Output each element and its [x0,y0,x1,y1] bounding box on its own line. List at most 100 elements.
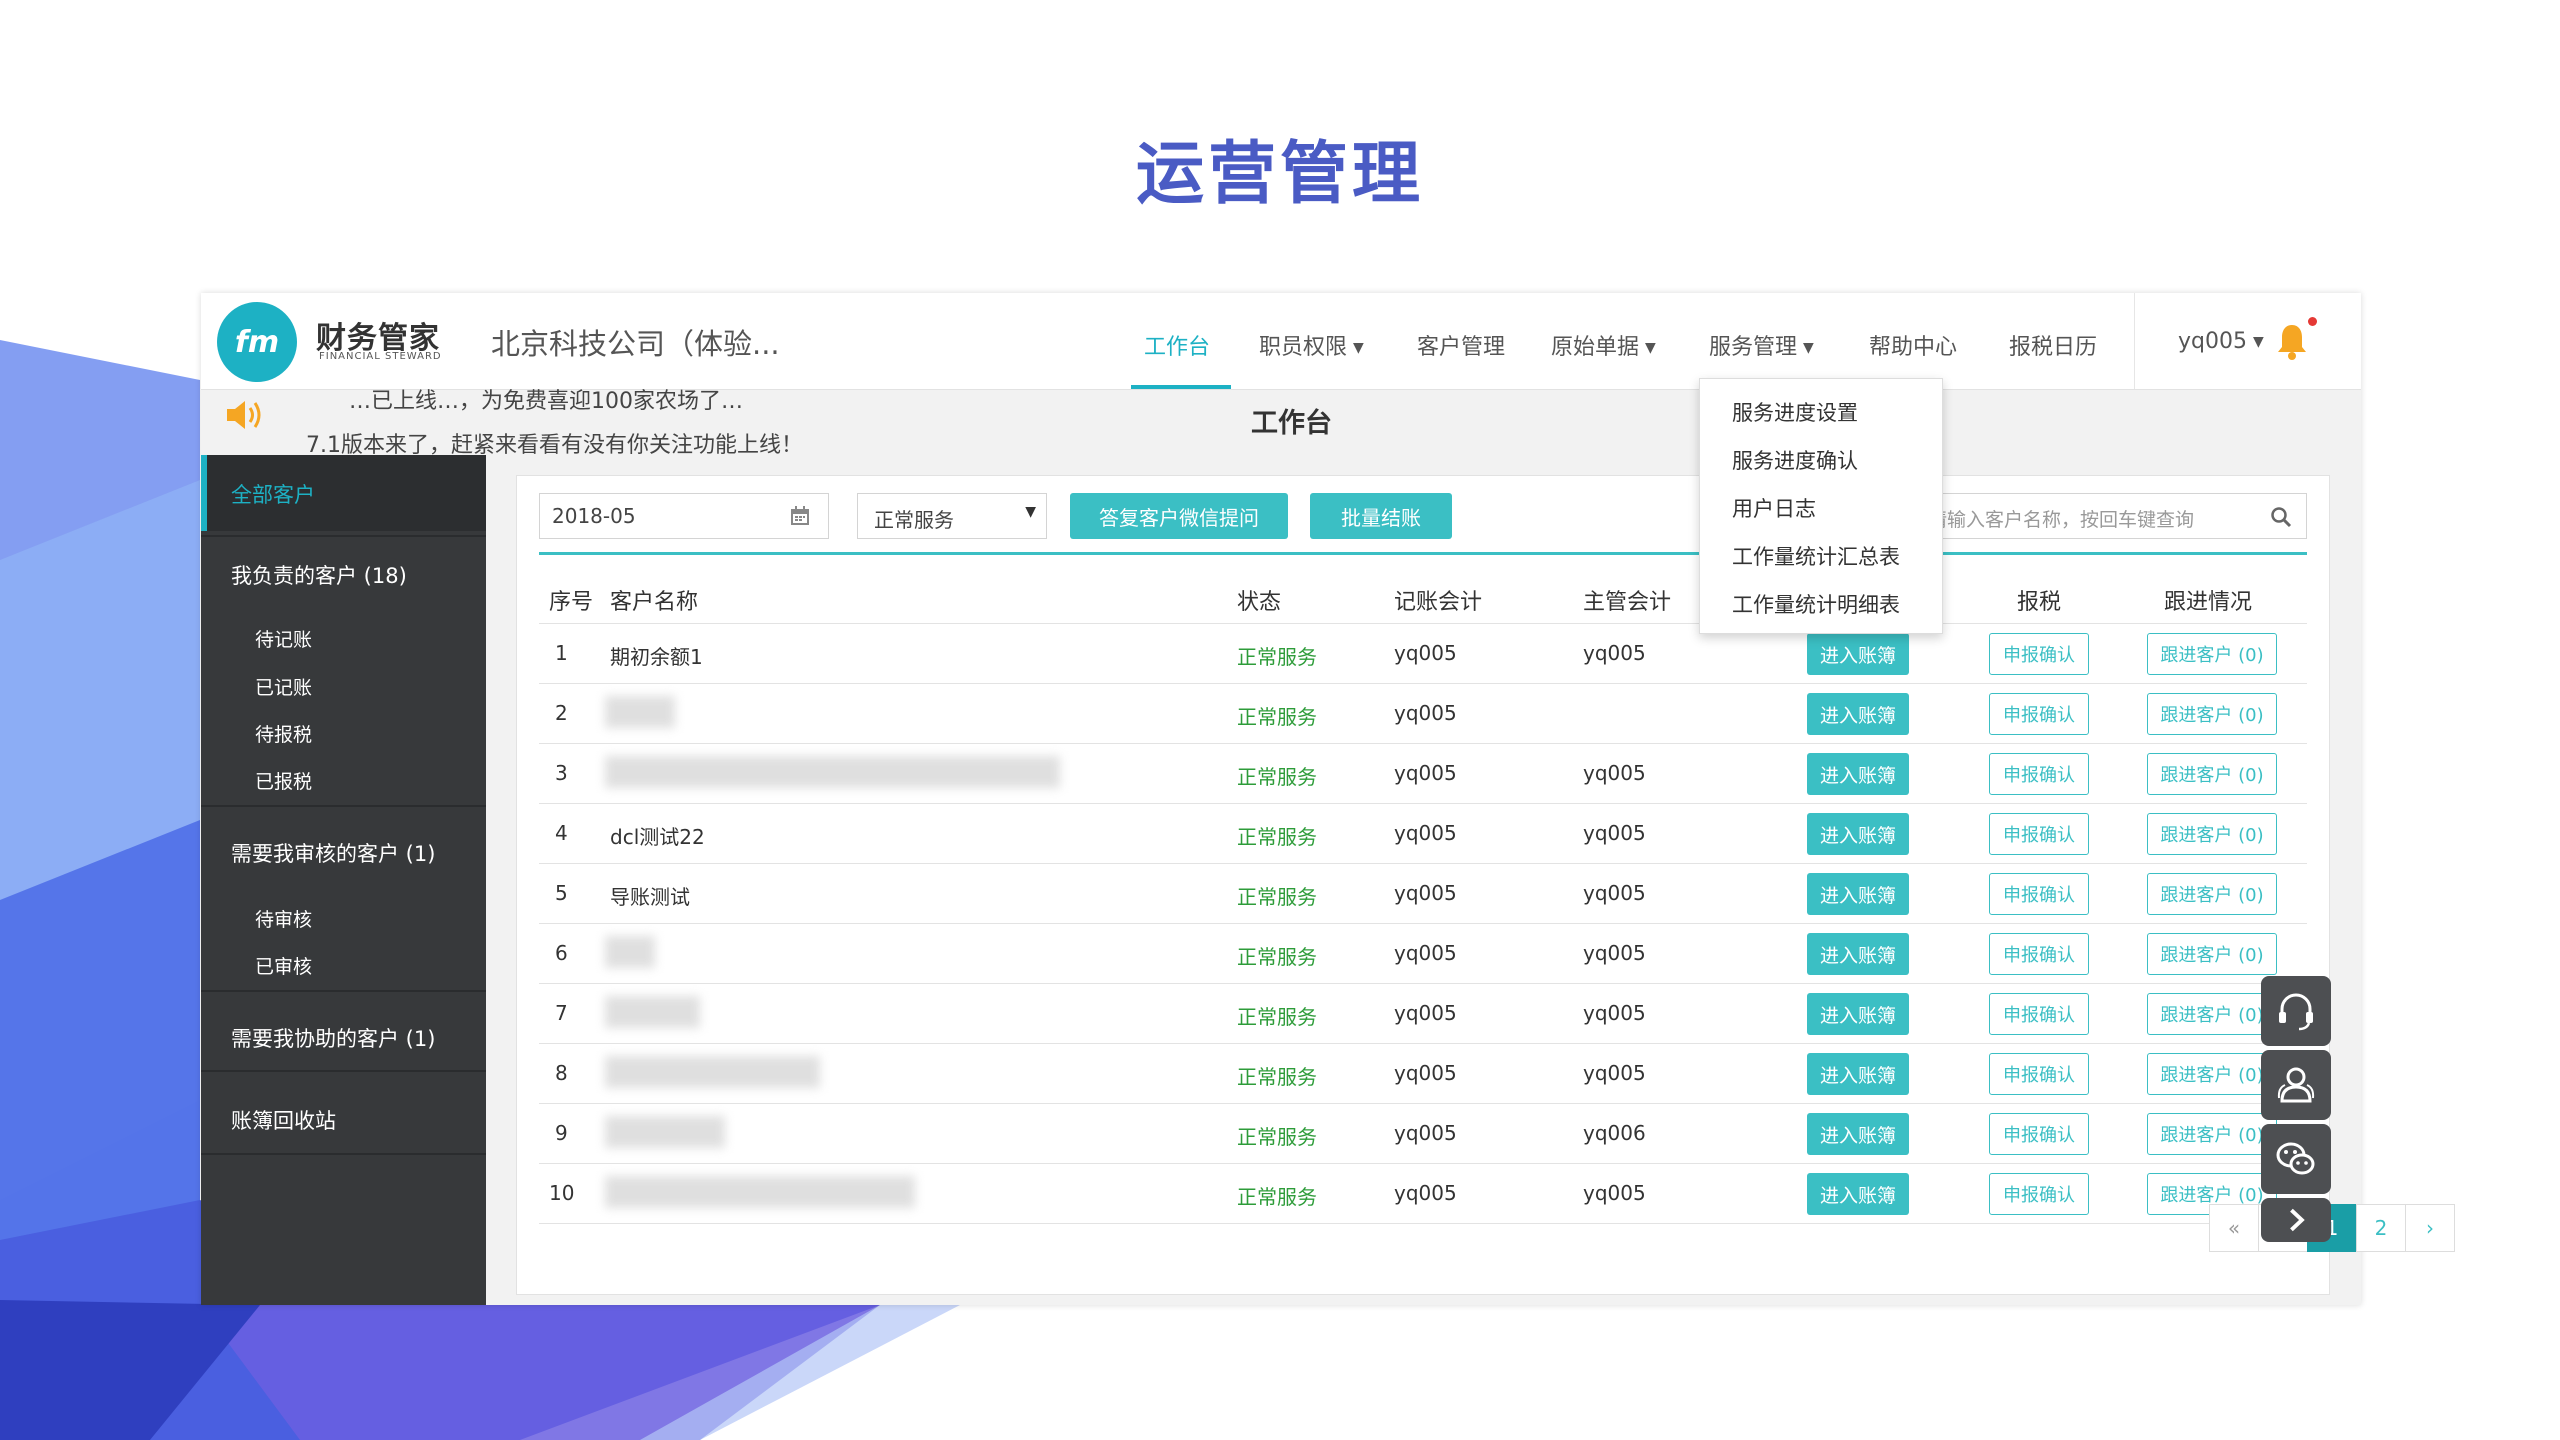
page-next[interactable]: › [2405,1204,2455,1252]
sidebar-item-recycle-bin[interactable]: 账簿回收站 [231,1105,336,1135]
accountant-name: yq005 [1394,761,1457,785]
follow-up-button[interactable]: 跟进客户 (0) [2147,873,2277,915]
page-first[interactable]: « [2209,1204,2259,1252]
reply-wechat-button[interactable]: 答复客户微信提问 [1070,493,1288,539]
customer-search-input[interactable]: 请输入客户名称，按回车键查询 [1917,493,2307,539]
customer-name[interactable]: 导账测试 [610,881,690,910]
declare-confirm-button[interactable]: 申报确认 [1989,693,2089,735]
month-value: 2018-05 [552,504,636,528]
nav-label: 职员权限 [1259,335,1348,360]
enter-ledger-button[interactable]: 进入账簿 [1807,993,1909,1035]
customer-service-button[interactable] [2261,976,2331,1046]
nav-label: 客户管理 [1417,335,1506,360]
nav-source-documents[interactable]: 原始单据 ▼ [1551,329,1656,361]
sidebar-group-review[interactable]: 需要我审核的客户 (1) [231,838,435,868]
follow-up-button[interactable]: 跟进客户 (0) [2147,753,2277,795]
enter-ledger-button[interactable]: 进入账簿 [1807,633,1909,675]
declare-confirm-button[interactable]: 申报确认 [1989,993,2089,1035]
collapse-toolbar-button[interactable] [2261,1198,2331,1242]
declare-confirm-button[interactable]: 申报确认 [1989,1113,2089,1155]
menu-item-workload-summary[interactable]: 工作量统计汇总表 [1732,541,1900,571]
follow-up-button[interactable]: 跟进客户 (0) [2147,933,2277,975]
customer-name-redacted[interactable] [605,696,675,728]
menu-item-service-progress-confirm[interactable]: 服务进度确认 [1732,445,1858,475]
sidebar-item-recorded[interactable]: 已记账 [255,673,312,700]
logo-icon[interactable]: fm [217,302,297,382]
status-text: 正常服务 [1237,885,1317,909]
table-row-divider [539,743,2307,744]
sidebar-item-tax-filed[interactable]: 已报税 [255,767,312,794]
declare-confirm-button[interactable]: 申报确认 [1989,633,2089,675]
calendar-icon[interactable] [790,506,810,526]
sidebar-group-assist[interactable]: 需要我协助的客户 (1) [231,1023,435,1053]
follow-up-button[interactable]: 跟进客户 (0) [2147,993,2277,1035]
nav-label: 原始单据 [1551,335,1640,360]
contacts-button[interactable] [2261,1050,2331,1120]
page-2[interactable]: 2 [2356,1204,2406,1252]
nav-help-center[interactable]: 帮助中心 [1869,329,1957,361]
customer-name-redacted[interactable] [605,756,1060,788]
sidebar-item-reviewed[interactable]: 已审核 [255,952,312,979]
declare-confirm-button[interactable]: 申报确认 [1989,933,2089,975]
col-header-followup: 跟进情况 [2164,590,2253,615]
sidebar-item-to-review[interactable]: 待审核 [255,905,312,932]
sidebar-item-to-record[interactable]: 待记账 [255,625,312,652]
enter-ledger-button[interactable]: 进入账簿 [1807,753,1909,795]
user-name: yq005 [2178,329,2247,354]
customer-name-redacted[interactable] [605,1176,915,1208]
accountant-name: yq005 [1394,821,1457,845]
customer-name-redacted[interactable] [605,1056,820,1088]
enter-ledger-button[interactable]: 进入账簿 [1807,873,1909,915]
enter-ledger-button[interactable]: 进入账簿 [1807,933,1909,975]
enter-ledger-button[interactable]: 进入账簿 [1807,693,1909,735]
nav-tax-calendar[interactable]: 报税日历 [2009,329,2097,361]
nav-staff-permissions[interactable]: 职员权限 ▼ [1259,329,1364,361]
enter-ledger-button[interactable]: 进入账簿 [1807,1173,1909,1215]
follow-up-button[interactable]: 跟进客户 (0) [2147,1113,2277,1155]
customer-name-redacted[interactable] [605,1116,725,1148]
menu-item-user-log[interactable]: 用户日志 [1732,493,1816,523]
status-text: 正常服务 [1237,825,1317,849]
announcement-line[interactable]: 7.1版本来了，赶紧来看看有没有你关注功能上线！ [306,427,803,455]
customer-name[interactable]: dcl测试22 [610,821,705,850]
menu-item-workload-detail[interactable]: 工作量统计明细表 [1732,589,1900,619]
customer-name-redacted[interactable] [605,996,700,1028]
follow-up-button[interactable]: 跟进客户 (0) [2147,813,2277,855]
follow-up-button[interactable]: 跟进客户 (0) [2147,633,2277,675]
company-name[interactable]: 北京科技公司（体验... [491,321,780,363]
status-text: 正常服务 [1237,1125,1317,1149]
customer-name-redacted[interactable] [605,936,655,968]
declare-confirm-button[interactable]: 申报确认 [1989,753,2089,795]
nav-service-management[interactable]: 服务管理 ▼ [1709,329,1814,361]
month-picker[interactable]: 2018-05 [539,493,829,539]
follow-up-button[interactable]: 跟进客户 (0) [2147,1053,2277,1095]
slide-title: 运营管理 [1135,135,1424,214]
nav-customer-management[interactable]: 客户管理 [1417,329,1505,361]
row-number: 10 [549,1181,575,1205]
enter-ledger-button[interactable]: 进入账簿 [1807,1113,1909,1155]
bell-icon[interactable] [2276,321,2308,361]
supervisor-name: yq005 [1583,641,1646,665]
customer-name[interactable]: 期初余额1 [610,641,703,670]
batch-close-button[interactable]: 批量结账 [1310,493,1452,539]
row-number: 7 [555,1001,568,1025]
follow-up-button[interactable]: 跟进客户 (0) [2147,693,2277,735]
enter-ledger-button[interactable]: 进入账簿 [1807,1053,1909,1095]
user-menu[interactable]: yq005 ▼ [2178,329,2264,354]
service-status-select[interactable]: 正常服务 ▼ [857,493,1047,539]
col-header-no: 序号 [549,590,594,615]
wechat-button[interactable] [2261,1124,2331,1194]
declare-confirm-button[interactable]: 申报确认 [1989,813,2089,855]
menu-item-service-progress-settings[interactable]: 服务进度设置 [1732,397,1858,427]
row-number: 8 [555,1061,568,1085]
nav-workbench[interactable]: 工作台 [1144,329,1210,361]
nav-label: 服务管理 [1709,335,1798,360]
declare-confirm-button[interactable]: 申报确认 [1989,873,2089,915]
nav-label: 帮助中心 [1869,335,1958,360]
sidebar-group-my-customers[interactable]: 我负责的客户 (18) [231,560,407,590]
enter-ledger-button[interactable]: 进入账簿 [1807,813,1909,855]
search-icon[interactable] [2270,506,2292,528]
sidebar-item-to-file-tax[interactable]: 待报税 [255,720,312,747]
declare-confirm-button[interactable]: 申报确认 [1989,1053,2089,1095]
declare-confirm-button[interactable]: 申报确认 [1989,1173,2089,1215]
